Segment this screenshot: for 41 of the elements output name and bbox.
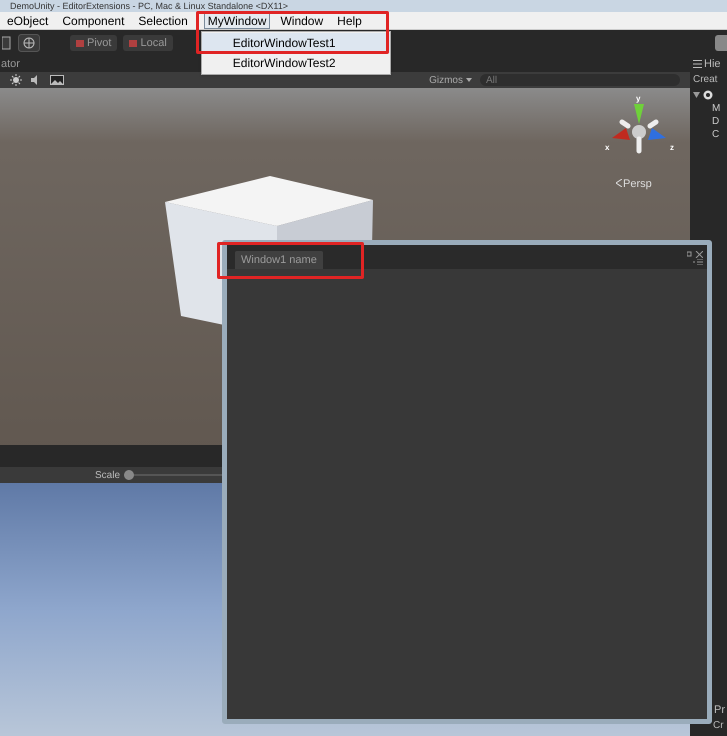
menu-item[interactable]: Component [58, 12, 128, 28]
chevron-left-icon [616, 179, 622, 187]
unity-logo-icon [703, 90, 713, 100]
menu-item[interactable]: eObject [3, 12, 52, 28]
menu-item[interactable]: Window [276, 12, 328, 28]
panel-tab[interactable]: Hie [704, 56, 721, 72]
hierarchy-item[interactable]: M [690, 102, 727, 115]
create-button[interactable]: Cr [713, 718, 724, 732]
axis-label: x [605, 142, 610, 154]
panel-tab[interactable]: ator [0, 56, 20, 72]
sun-icon[interactable] [10, 74, 22, 86]
menu-entry[interactable]: EditorWindowTest2 [202, 52, 390, 72]
rect-tool-icon[interactable] [2, 35, 12, 51]
scale-label: Scale [95, 468, 120, 482]
search-field[interactable]: All [480, 74, 680, 86]
image-icon[interactable] [50, 75, 64, 85]
axis-label: y [636, 93, 640, 105]
search-input[interactable]: All [486, 72, 674, 88]
crosshair-icon[interactable] [18, 34, 40, 52]
toolbar-button[interactable]: Pivot [70, 35, 118, 51]
menu-item[interactable]: Selection [134, 12, 192, 28]
toolbar-button[interactable]: Local [123, 35, 173, 51]
projection-label[interactable]: Persp [623, 176, 652, 192]
axis-label: z [670, 142, 674, 154]
menu-icon[interactable] [693, 259, 703, 265]
list-icon [693, 60, 702, 68]
caret-icon [466, 78, 472, 82]
expand-triangle-icon[interactable] [693, 92, 700, 98]
toolbar-button-icon [76, 40, 84, 46]
window-title: DemoUnity - EditorExtensions - PC, Mac & Linux Standalone <DX11> [10, 1, 288, 11]
menu-entry[interactable]: EditorWindowTest1 [202, 32, 390, 52]
create-button[interactable]: Creat [690, 72, 727, 88]
hierarchy-item[interactable]: C [690, 128, 727, 141]
window-tab[interactable]: Window1 name [235, 251, 323, 269]
slider-thumb[interactable] [124, 470, 134, 480]
close-icon[interactable] [687, 251, 703, 258]
menu-item[interactable]: Help [333, 12, 366, 28]
hierarchy-item[interactable]: D [690, 115, 727, 128]
gizmos-dropdown[interactable]: Gizmos [429, 72, 472, 88]
toolbar-button-icon [129, 40, 138, 46]
panel-tab[interactable]: Pr [714, 702, 725, 718]
